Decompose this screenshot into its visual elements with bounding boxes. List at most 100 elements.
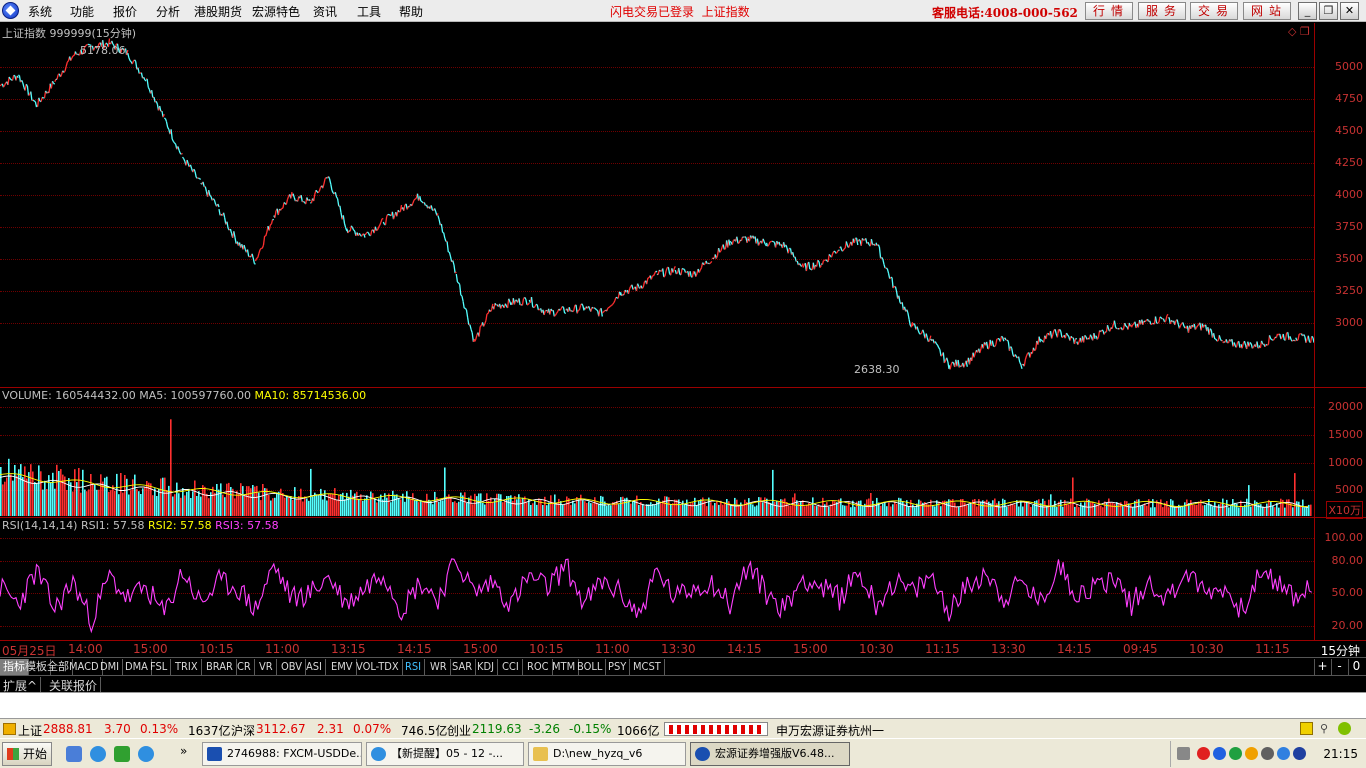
time-label: 14:15: [397, 642, 432, 656]
rsi-panel[interactable]: RSI(14,14,14) RSI1: 57.58 RSI2: 57.58 RS…: [0, 517, 1314, 640]
volume-bar: [60, 469, 62, 516]
panel-control-button[interactable]: -: [1331, 659, 1347, 675]
indicator-tab-rsi[interactable]: RSI: [402, 659, 426, 675]
price-segment: [254, 263, 256, 265]
tray-monitor-icon[interactable]: [1277, 747, 1290, 760]
service-button[interactable]: 服务: [1138, 2, 1186, 20]
menu-hk-futures[interactable]: 港股期货: [194, 3, 242, 20]
menu-system[interactable]: 系统: [28, 3, 52, 20]
volume-bar: [162, 477, 164, 516]
price-segment: [457, 282, 461, 285]
menu-help[interactable]: 帮助: [399, 3, 423, 20]
volume-bar: [228, 482, 230, 516]
indicator-tab-vol-tdx[interactable]: VOL-TDX: [353, 659, 403, 675]
tray-security-icon[interactable]: [1229, 747, 1242, 760]
menu-analysis[interactable]: 分析: [156, 3, 180, 20]
price-segment: [483, 323, 486, 327]
restore-icon[interactable]: ❐: [1319, 2, 1338, 20]
indicator-tab-mcst[interactable]: MCST: [630, 659, 665, 675]
quicklaunch-app-icon[interactable]: [114, 746, 130, 762]
volume-bar: [844, 505, 846, 516]
indicator-tab-brar[interactable]: BRAR: [203, 659, 237, 675]
quote-button[interactable]: 行情: [1085, 2, 1133, 20]
task-reminder[interactable]: 【新提醒】05 - 12 -...: [366, 742, 524, 766]
price-segment: [21, 80, 24, 84]
price-segment: [0, 84, 2, 87]
quicklaunch-desktop-icon[interactable]: [66, 746, 82, 762]
indicator-tab-boll[interactable]: BOLL: [574, 659, 607, 675]
volume-bar: [1274, 507, 1276, 516]
indicator-tab-cci[interactable]: CCI: [499, 659, 523, 675]
price-segment: [339, 205, 342, 213]
menu-quote[interactable]: 报价: [113, 3, 137, 20]
price-segment: [802, 264, 805, 268]
volume-bar: [130, 490, 132, 516]
price-segment: [1010, 346, 1013, 349]
indicator-tab-vr[interactable]: VR: [256, 659, 277, 675]
start-button[interactable]: 开始: [2, 742, 52, 766]
indicator-tab-sar[interactable]: SAR: [449, 659, 477, 675]
quicklaunch-more-icon[interactable]: »: [180, 744, 187, 758]
volume-bar: [206, 493, 208, 516]
volume-bar: [332, 493, 334, 516]
price-segment: [680, 268, 683, 275]
indicator-tab-asi[interactable]: ASI: [303, 659, 326, 675]
menu-hongyuan-special[interactable]: 宏源特色: [252, 3, 300, 20]
volume-bar: [372, 493, 374, 516]
price-segment: [265, 231, 268, 237]
task-folder[interactable]: D:\new_hyzq_v6: [528, 742, 686, 766]
volume-bar: [346, 492, 348, 516]
quicklaunch-browser-icon[interactable]: [138, 746, 154, 762]
network-icon[interactable]: ⚲: [1320, 722, 1328, 735]
volume-bar: [40, 471, 42, 516]
panel-control-button[interactable]: 0: [1348, 659, 1364, 675]
menu-news[interactable]: 资讯: [313, 3, 337, 20]
price-segment: [34, 101, 38, 108]
indicator-tab-fsl[interactable]: FSL: [147, 659, 172, 675]
indicator-tab-trix[interactable]: TRIX: [172, 659, 202, 675]
tray-shield-icon[interactable]: [1293, 747, 1306, 760]
volume-bar: [762, 502, 764, 516]
price-segment: [262, 236, 266, 246]
price-chart-panel[interactable]: 上证指数 999999(15分钟) ◇ ❐ 5178.06 2638.30: [0, 23, 1314, 387]
indicator-tab-dmi[interactable]: DMI: [97, 659, 124, 675]
tray-app-icon[interactable]: [1197, 747, 1210, 760]
indicator-tab-cr[interactable]: CR: [234, 659, 255, 675]
price-segment: [351, 227, 355, 231]
connection-icon[interactable]: [1338, 722, 1351, 735]
indicator-tab-wr[interactable]: WR: [427, 659, 451, 675]
price-segment: [489, 309, 493, 313]
trade-button[interactable]: 交易: [1190, 2, 1238, 20]
price-segment: [1041, 339, 1043, 342]
volume-bar: [1170, 499, 1172, 516]
indicator-tab-obv[interactable]: OBV: [278, 659, 307, 675]
notice-icon[interactable]: [1300, 722, 1313, 735]
app-logo-icon[interactable]: [2, 2, 19, 19]
price-segment: [860, 238, 863, 246]
tray-network-icon[interactable]: [1213, 747, 1226, 760]
indicator-tab-kdj[interactable]: KDJ: [474, 659, 499, 675]
minimize-icon[interactable]: _: [1298, 2, 1317, 20]
quicklaunch-ie-icon[interactable]: [90, 746, 106, 762]
volume-panel[interactable]: VOLUME: 160544432.00 MA5: 100597760.00 M…: [0, 387, 1314, 517]
task-fxcm[interactable]: 2746988: FXCM-USDDe...: [202, 742, 362, 766]
ticker-icon[interactable]: [3, 723, 16, 735]
price-segment: [581, 303, 584, 306]
price-segment: [662, 268, 665, 278]
keyboard-icon[interactable]: [1177, 747, 1190, 760]
price-segment: [137, 67, 140, 74]
menu-tools[interactable]: 工具: [357, 3, 381, 20]
website-button[interactable]: 网站: [1243, 2, 1291, 20]
price-segment: [134, 59, 137, 62]
price-segment: [1114, 326, 1118, 330]
task-hongyuan[interactable]: 宏源证券增强版V6.48...: [690, 742, 850, 766]
tray-update-icon[interactable]: [1245, 747, 1258, 760]
close-icon[interactable]: ✕: [1340, 2, 1359, 20]
price-segment: [199, 178, 202, 180]
tray-sound-icon[interactable]: [1261, 747, 1274, 760]
panel-control-button[interactable]: +: [1314, 659, 1330, 675]
price-segment: [303, 200, 305, 203]
indicator-tab-psy[interactable]: PSY: [605, 659, 631, 675]
volume-bar: [168, 485, 170, 516]
menu-function[interactable]: 功能: [70, 3, 94, 20]
